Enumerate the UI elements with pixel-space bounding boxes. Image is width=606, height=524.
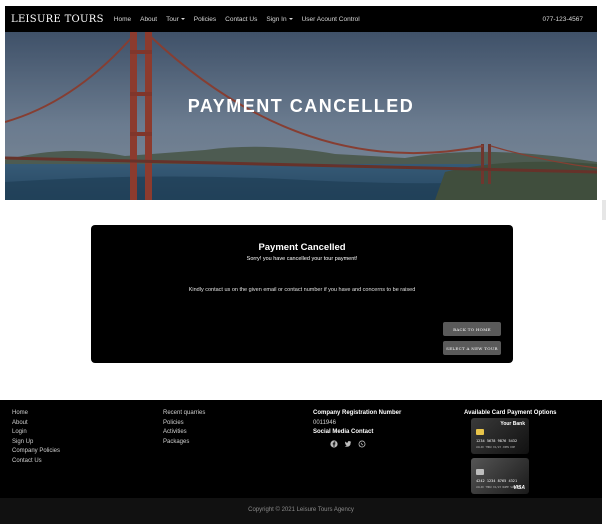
top-navbar: LEISURE TOURS Home About Tour Policies C… bbox=[5, 6, 597, 32]
footer-link-contact-us[interactable]: Contact Us bbox=[12, 457, 60, 467]
nav-user-account-label: User Acount Control bbox=[301, 15, 360, 23]
card-chip-icon bbox=[476, 429, 484, 435]
whatsapp-icon[interactable] bbox=[358, 440, 366, 448]
card-number: 4242 1234 8765 4321 bbox=[476, 479, 518, 483]
nav-home[interactable]: Home bbox=[114, 16, 131, 23]
footer-links-secondary: Recent quarries Policies Activities Pack… bbox=[163, 409, 205, 447]
footer-company-info: Company Registration Number 0011946 Soci… bbox=[313, 409, 401, 448]
card-holder: VALID THRU 01/23 JOHN DOE bbox=[476, 446, 516, 449]
nav-sign-in-label: Sign In bbox=[266, 15, 287, 23]
footer-link-policies[interactable]: Policies bbox=[163, 419, 205, 429]
visa-logo: VISA bbox=[513, 485, 525, 491]
back-to-home-button[interactable]: BACK TO HOME bbox=[443, 322, 501, 336]
registration-number: 0011946 bbox=[313, 419, 336, 426]
select-new-tour-button[interactable]: SELECT A NEW TOUR bbox=[443, 341, 501, 355]
facebook-icon[interactable] bbox=[330, 440, 338, 448]
nav-sign-in-dropdown[interactable]: Sign In bbox=[266, 15, 293, 23]
registration-heading: Company Registration Number bbox=[313, 410, 402, 416]
nav-user-account-control[interactable]: User Acount Control bbox=[302, 16, 360, 23]
footer-link-activities[interactable]: Activities bbox=[163, 428, 205, 438]
nav-contact-us[interactable]: Contact Us bbox=[225, 16, 257, 23]
nav-home-label: Home bbox=[113, 15, 132, 23]
footer-link-packages[interactable]: Packages bbox=[163, 438, 205, 448]
brand-logo[interactable]: LEISURE TOURS bbox=[11, 14, 104, 25]
twitter-icon[interactable] bbox=[344, 440, 352, 448]
nav-policies[interactable]: Policies bbox=[194, 16, 216, 23]
footer-link-login[interactable]: Login bbox=[12, 428, 60, 438]
nav-tour-label: Tour bbox=[166, 15, 179, 23]
hero-title: PAYMENT CANCELLED bbox=[187, 96, 415, 116]
nav-tour-dropdown[interactable]: Tour bbox=[166, 16, 185, 23]
footer-link-recent-quarries[interactable]: Recent quarries bbox=[163, 409, 205, 419]
card-number: 1234 5678 9876 5432 bbox=[476, 439, 518, 443]
footer-link-sign-up[interactable]: Sign Up bbox=[12, 438, 60, 448]
phone-number: 077-123-4567 bbox=[542, 15, 583, 23]
social-icons bbox=[330, 440, 401, 448]
footer-link-home[interactable]: Home bbox=[12, 409, 60, 419]
chevron-down-icon bbox=[288, 18, 293, 20]
nav-about-label: About bbox=[140, 15, 158, 23]
copyright-bar: Copyright © 2021 Leisure Tours Agency bbox=[0, 498, 602, 524]
nav-policies-label: Policies bbox=[193, 15, 217, 23]
card-bank-name: Your Bank bbox=[500, 421, 525, 427]
footer-link-company-policies[interactable]: Company Policies bbox=[12, 447, 60, 457]
footer-link-about[interactable]: About bbox=[12, 419, 60, 429]
card-message: Kindly contact us on the given email or … bbox=[188, 287, 416, 293]
credit-card-image: Your Bank 1234 5678 9876 5432 VALID THRU… bbox=[471, 418, 529, 454]
nav-contact-label: Contact Us bbox=[225, 15, 258, 23]
footer-links-main: Home About Login Sign Up Company Policie… bbox=[12, 409, 60, 467]
card-title: Payment Cancelled bbox=[258, 242, 346, 253]
hero-banner: PAYMENT CANCELLED bbox=[5, 32, 597, 200]
payment-cancelled-card: Payment Cancelled Sorry! you have cancel… bbox=[91, 225, 513, 363]
chevron-down-icon bbox=[180, 18, 185, 20]
card-chip-icon bbox=[476, 469, 484, 475]
scrollbar[interactable] bbox=[602, 200, 606, 220]
social-heading: Social Media Contact bbox=[313, 429, 374, 436]
nav-about[interactable]: About bbox=[140, 16, 157, 23]
card-subtitle: Sorry! you have cancelled your tour paym… bbox=[246, 256, 358, 262]
visa-card-image: 4242 1234 8765 4321 VALID THRU 01/23 NAM… bbox=[471, 458, 529, 494]
